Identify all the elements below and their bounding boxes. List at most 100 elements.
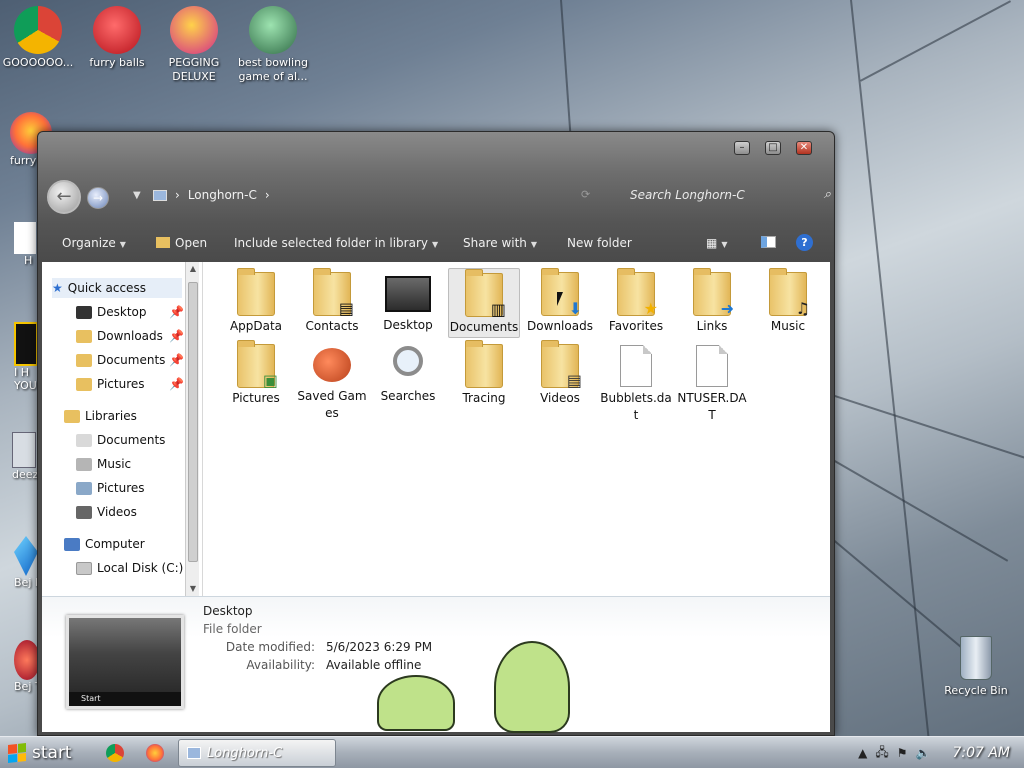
nav-item-desktop[interactable]: Desktop: [76, 302, 147, 322]
open-label: Open: [175, 236, 208, 250]
file-icon: [620, 345, 652, 387]
explorer-window[interactable]: – □ ✕ ← → ▼ › Longhorn-C › ⟳ Search Long…: [37, 131, 835, 736]
scroll-down-icon[interactable]: ▼: [186, 582, 200, 596]
links-folder-icon: ➜: [693, 268, 734, 318]
file-item[interactable]: Desktop: [372, 268, 444, 334]
nav-library-documents[interactable]: Documents: [76, 430, 165, 450]
file-item[interactable]: ♫ Music: [752, 268, 824, 335]
pegging-logo-icon: [170, 6, 218, 54]
file-item-selected[interactable]: ▥ Documents: [448, 268, 520, 338]
close-button[interactable]: ✕: [796, 141, 812, 155]
detail-availability-value: Available offline: [326, 658, 422, 672]
file-name: Videos: [540, 391, 580, 405]
nav-scrollbar[interactable]: ▲ ▼: [185, 262, 199, 596]
nav-libraries[interactable]: Libraries: [64, 406, 137, 426]
file-icon: [696, 345, 728, 387]
nav-library-pictures[interactable]: Pictures: [76, 478, 145, 498]
new-folder-button[interactable]: New folder: [567, 236, 632, 250]
firefox-icon[interactable]: [146, 744, 164, 762]
breadcrumb-separator-icon[interactable]: ›: [265, 188, 270, 202]
file-item[interactable]: ★ Favorites: [600, 268, 672, 335]
recent-locations-dropdown[interactable]: ▼: [133, 190, 141, 201]
desktop-icon-chrome[interactable]: GOOOOOO...: [0, 6, 76, 70]
file-item[interactable]: ▣ Pictures: [220, 340, 292, 407]
search-input[interactable]: Search Longhorn-C ⌕: [630, 184, 831, 206]
start-button[interactable]: start: [2, 740, 78, 766]
file-item[interactable]: Tracing: [448, 340, 520, 407]
nav-label: Quick access: [67, 281, 146, 295]
file-name: Documents: [449, 320, 519, 334]
nav-quick-access[interactable]: ★ Quick access: [52, 278, 182, 298]
desktop-icon-pegging-deluxe[interactable]: PEGGING DELUXE: [156, 6, 232, 84]
landscape-icon: ▣: [262, 371, 278, 390]
file-item[interactable]: AppData: [220, 268, 292, 335]
pin-icon[interactable]: 📌: [169, 353, 184, 367]
file-item[interactable]: ▤ Videos: [524, 340, 596, 407]
preview-pane-button[interactable]: [761, 236, 776, 251]
file-item[interactable]: Bubblets.dat: [600, 340, 672, 424]
desktop-icon-recycle-bin[interactable]: Recycle Bin: [938, 636, 1014, 697]
nav-item-pictures[interactable]: Pictures: [76, 374, 145, 394]
folder-icon: [237, 268, 275, 316]
organize-button[interactable]: Organize ▼: [62, 236, 126, 250]
show-hidden-icons-icon[interactable]: ▲: [858, 746, 867, 760]
file-item[interactable]: ▤ Contacts: [296, 268, 368, 335]
address-bar[interactable]: › Longhorn-C ›: [153, 184, 270, 206]
mouse-cursor-icon: [557, 292, 563, 306]
forward-button[interactable]: →: [87, 187, 109, 209]
desktop-icon-bowling[interactable]: best bowling game of al...: [235, 6, 311, 84]
maximize-button[interactable]: □: [765, 141, 781, 155]
help-button[interactable]: ?: [796, 234, 813, 251]
minimize-button[interactable]: –: [734, 141, 750, 155]
bin-icon: [12, 432, 36, 468]
change-view-button[interactable]: ▦ ▼: [706, 236, 728, 250]
character-sticker: [494, 641, 570, 733]
nav-computer[interactable]: Computer: [64, 534, 145, 554]
view-grid-icon: ▦: [706, 236, 718, 250]
pin-icon[interactable]: 📌: [169, 329, 184, 343]
taskbar-window-button[interactable]: Longhorn-C: [178, 739, 336, 767]
game-icon: [14, 322, 38, 366]
desktop-thumbnail-icon: [385, 276, 431, 312]
nav-item-downloads[interactable]: Downloads: [76, 326, 163, 346]
documents-folder-icon: [76, 353, 92, 367]
link-arrow-icon: ➜: [720, 299, 734, 318]
navigation-pane[interactable]: ★ Quick access Desktop 📌 Downloads 📌 Doc…: [42, 262, 202, 596]
nav-library-videos[interactable]: Videos: [76, 502, 137, 522]
saved-games-icon: [313, 348, 351, 382]
refresh-icon[interactable]: ⟳: [581, 188, 590, 201]
nav-library-music[interactable]: Music: [76, 454, 131, 474]
file-item[interactable]: Saved Games: [296, 340, 368, 422]
flag-icon[interactable]: ⚑: [897, 746, 908, 760]
include-in-library-button[interactable]: Include selected folder in library ▼: [234, 236, 438, 250]
volume-icon[interactable]: 🔈: [916, 746, 931, 760]
nav-label: Pictures: [97, 377, 145, 391]
desktop-icon-label: furry balls: [89, 56, 145, 69]
nav-item-documents[interactable]: Documents: [76, 350, 165, 370]
scrollbar-thumb[interactable]: [188, 282, 198, 562]
gem-icon: [14, 536, 38, 576]
nav-local-disk[interactable]: Local Disk (C:): [76, 558, 183, 578]
pin-icon[interactable]: 📌: [169, 305, 184, 319]
clock[interactable]: 7:07 AM: [952, 745, 1010, 761]
open-button[interactable]: Open: [156, 236, 207, 250]
file-item[interactable]: Searches: [372, 340, 444, 405]
preview-start-label: Start: [81, 694, 101, 703]
chrome-icon[interactable]: [106, 744, 124, 762]
desktop-icon-furry-balls[interactable]: furry balls: [79, 6, 155, 70]
network-icon[interactable]: 🖧: [875, 743, 888, 764]
breadcrumb-item[interactable]: Longhorn-C: [188, 188, 257, 202]
scroll-up-icon[interactable]: ▲: [186, 262, 200, 276]
file-item[interactable]: ➜ Links: [676, 268, 748, 335]
nav-label: Documents: [97, 353, 166, 367]
back-button[interactable]: ←: [47, 180, 81, 214]
include-label: Include selected folder in library: [234, 236, 428, 250]
pin-icon[interactable]: 📌: [169, 377, 184, 391]
file-list[interactable]: AppData ▤ Contacts Desktop ▥ Documents ⬇ Do…: [202, 262, 830, 596]
download-arrow-icon: ⬇: [568, 299, 582, 318]
file-item[interactable]: NTUSER.DAT: [676, 340, 748, 424]
wallpaper-line: [850, 0, 933, 764]
share-with-button[interactable]: Share with ▼: [463, 236, 537, 250]
folder-open-icon: [156, 237, 170, 248]
search-icon[interactable]: ⌕: [824, 184, 831, 206]
